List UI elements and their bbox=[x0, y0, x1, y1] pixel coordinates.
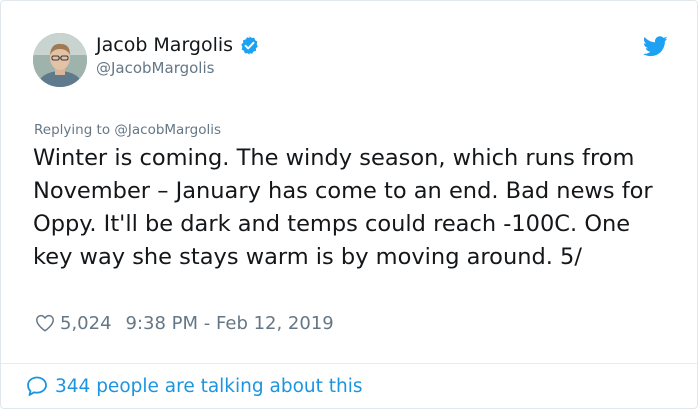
replying-to-label[interactable]: Replying to @JacobMargolis bbox=[34, 122, 221, 138]
verified-badge-icon bbox=[241, 35, 258, 55]
tweet-timestamp[interactable]: 9:38 PM - Feb 12, 2019 bbox=[126, 313, 334, 334]
tweet-card: Jacob Margolis @JacobMargolis Replying t… bbox=[0, 0, 698, 409]
talking-about-label[interactable]: 344 people are talking about this bbox=[55, 376, 363, 397]
author-display-name[interactable]: Jacob Margolis bbox=[96, 34, 233, 56]
divider bbox=[1, 363, 697, 364]
conversation-link[interactable]: 344 people are talking about this bbox=[25, 374, 363, 398]
tweet-text: Winter is coming. The windy season, whic… bbox=[33, 145, 653, 270]
author-name-row[interactable]: Jacob Margolis bbox=[96, 34, 260, 56]
avatar[interactable] bbox=[33, 33, 87, 87]
heart-icon[interactable] bbox=[34, 312, 56, 334]
twitter-bird-icon[interactable] bbox=[643, 36, 668, 57]
author-handle[interactable]: @JacobMargolis bbox=[96, 59, 214, 77]
avatar-photo bbox=[33, 33, 87, 87]
tweet-meta: 5,024 9:38 PM - Feb 12, 2019 bbox=[34, 312, 334, 334]
like-count[interactable]: 5,024 bbox=[60, 313, 112, 334]
speech-bubble-icon bbox=[27, 376, 47, 396]
